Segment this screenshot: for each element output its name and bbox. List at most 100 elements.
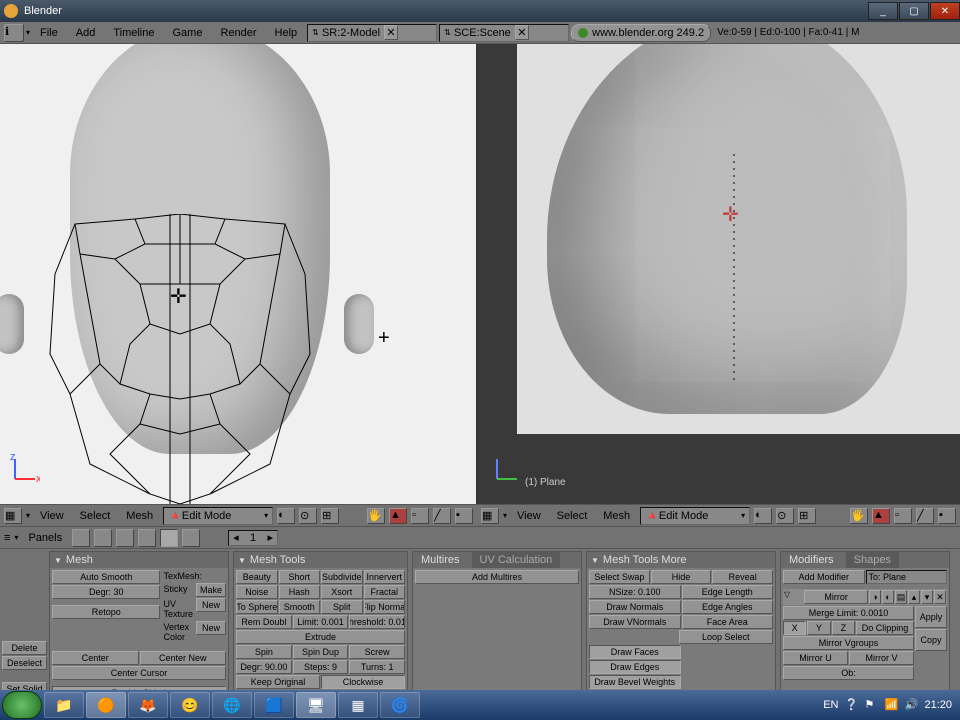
language-indicator[interactable]: EN (823, 699, 838, 711)
screw-button[interactable]: Screw (349, 645, 405, 659)
fractal-button[interactable]: Fractal (364, 585, 406, 599)
pivot-icon-r[interactable]: ⊙ (776, 508, 794, 524)
mirror-u-toggle[interactable]: Mirror U (783, 651, 848, 665)
sel-face-icon-r[interactable]: ▪ (938, 508, 956, 524)
select-swap-button[interactable]: Select Swap (589, 570, 650, 584)
subdivide-button[interactable]: Subdivide (321, 570, 363, 584)
menu-timeline[interactable]: Timeline (105, 25, 162, 41)
mirror-z-toggle[interactable]: Z (832, 621, 855, 635)
sel-edge-icon-r[interactable]: ╱ (916, 508, 934, 524)
panel-meshtools-header[interactable]: ▼Mesh Tools (234, 552, 407, 568)
modifier-copy-button[interactable]: Copy (915, 629, 947, 651)
taskbar-app5-icon[interactable]: 🟦 (254, 692, 294, 718)
window-type-icon[interactable]: ▦ (4, 508, 22, 524)
draw-bevel-toggle[interactable]: Draw Bevel Weights (589, 675, 681, 689)
degr-field[interactable]: Degr: 30 (52, 585, 160, 599)
panel-mesh-header[interactable]: ▼Mesh (50, 552, 228, 568)
window-maximize-button[interactable]: ▢ (899, 2, 929, 20)
keep-original-toggle[interactable]: Keep Original (236, 675, 320, 689)
start-button[interactable] (2, 691, 42, 719)
blender-link[interactable]: www.blender.org 249.2 (571, 24, 711, 42)
window-type-icon-r[interactable]: ▦ (481, 508, 499, 524)
taskbar-blender-icon[interactable]: 🟠 (86, 692, 126, 718)
tray-help-icon[interactable]: ❔ (844, 698, 858, 712)
context-script-icon[interactable] (94, 529, 112, 547)
frame-spinner[interactable]: ◂1▸ (228, 530, 278, 546)
sel-face-icon[interactable]: ▪ (455, 508, 473, 524)
mirror-v-toggle[interactable]: Mirror V (849, 651, 914, 665)
transform-icon[interactable]: ▲ (389, 508, 407, 524)
scene-selector[interactable]: ⇅ SCE:Scene ✕ (439, 24, 569, 42)
loop-select-button[interactable]: Loop Select (679, 630, 774, 644)
draw-normals-toggle[interactable]: Draw Normals (589, 600, 681, 614)
mirror-vgroups-toggle[interactable]: Mirror Vgroups (783, 636, 914, 650)
taskbar-app8-icon[interactable]: 🌀 (380, 692, 420, 718)
tray-flag-icon[interactable]: ⚑ (864, 698, 878, 712)
panel-meshtools-more-header[interactable]: ▼Mesh Tools More (587, 552, 775, 568)
shading-icon-r[interactable]: ◐ (754, 508, 772, 524)
spin-turns-field[interactable]: Turns: 1 (349, 660, 405, 674)
center-new-button[interactable]: Center New (140, 651, 227, 665)
vp-menu-mesh[interactable]: Mesh (120, 510, 159, 522)
new-uv-button[interactable]: New (196, 598, 226, 612)
threshold-field[interactable]: Threshold: 0.010 (349, 615, 405, 629)
info-window-type-icon[interactable]: ℹ (4, 24, 24, 42)
noise-button[interactable]: Noise (236, 585, 278, 599)
vp-menu-mesh-r[interactable]: Mesh (597, 510, 636, 522)
screen-delete-button[interactable]: ✕ (384, 25, 398, 40)
mode-selector-right[interactable]: 🔺 Edit Mode▾ (640, 507, 750, 525)
tray-volume-icon[interactable]: 🔊 (904, 698, 918, 712)
face-area-toggle[interactable]: Face Area (682, 615, 774, 629)
pivot-icon[interactable]: ⊙ (299, 508, 317, 524)
flipnorm-button[interactable]: Flip Normal (364, 600, 406, 614)
window-minimize-button[interactable]: _ (868, 2, 898, 20)
sel-vertex-icon-r[interactable]: ▫ (894, 508, 912, 524)
remdoubl-button[interactable]: Rem Doubl (236, 615, 292, 629)
add-modifier-button[interactable]: Add Modifier (783, 570, 865, 584)
modifier-name-field[interactable]: Mirror (804, 590, 868, 604)
tab-uvcalc[interactable]: UV Calculation (472, 552, 561, 568)
taskbar-app6-icon[interactable]: 🖥 (296, 692, 336, 718)
auto-smooth-toggle[interactable]: Auto Smooth (52, 570, 160, 584)
menu-game[interactable]: Game (165, 25, 211, 41)
hash-button[interactable]: Hash (279, 585, 321, 599)
vp-menu-view-r[interactable]: View (511, 510, 547, 522)
menu-file[interactable]: File (32, 25, 66, 41)
vp-menu-select[interactable]: Select (74, 510, 117, 522)
taskbar-emoticon-icon[interactable]: 😊 (170, 692, 210, 718)
mirror-ob-field[interactable]: Ob: (783, 666, 914, 680)
mod-edit-toggle[interactable]: ▤ (895, 590, 907, 604)
context-logic-icon[interactable] (72, 529, 90, 547)
smooth-button[interactable]: Smooth (279, 600, 321, 614)
context-scene-icon[interactable] (182, 529, 200, 547)
menu-render[interactable]: Render (212, 25, 264, 41)
mirror-x-toggle[interactable]: X (783, 621, 806, 635)
hide-button[interactable]: Hide (651, 570, 712, 584)
taskbar-app7-icon[interactable]: ▦ (338, 692, 378, 718)
transform-icon-r[interactable]: ▲ (872, 508, 890, 524)
scene-delete-button[interactable]: ✕ (515, 25, 529, 40)
menu-help[interactable]: Help (267, 25, 306, 41)
xsort-button[interactable]: Xsort (321, 585, 363, 599)
beauty-button[interactable]: Beauty (236, 570, 278, 584)
manipulator-icon[interactable]: 🖐 (367, 508, 385, 524)
sel-vertex-icon[interactable]: ▫ (411, 508, 429, 524)
window-close-button[interactable]: ✕ (930, 2, 960, 20)
viewport-left[interactable]: ✛ + z x (0, 44, 477, 504)
add-multires-button[interactable]: Add Multires (415, 570, 579, 584)
split-button[interactable]: Split (321, 600, 363, 614)
mod-render-toggle[interactable]: ◑ (869, 590, 881, 604)
taskbar-explorer-icon[interactable]: 📁 (44, 692, 84, 718)
snap-icon-r[interactable]: ⊞ (798, 508, 816, 524)
mirror-y-toggle[interactable]: Y (807, 621, 830, 635)
tab-modifiers[interactable]: Modifiers (781, 552, 842, 568)
edge-angles-toggle[interactable]: Edge Angles (682, 600, 774, 614)
mod-delete-button[interactable]: ✕ (934, 590, 946, 604)
viewport-right[interactable]: ✛ (1) Plane (477, 44, 960, 504)
context-object-icon[interactable] (138, 529, 156, 547)
mode-selector-left[interactable]: 🔺 Edit Mode▾ (163, 507, 273, 525)
deselect-button[interactable]: Deselect (2, 656, 47, 670)
spin-steps-field[interactable]: Steps: 9 (293, 660, 349, 674)
limit-field[interactable]: Limit: 0.001 (293, 615, 349, 629)
mod-view-toggle[interactable]: ◐ (882, 590, 894, 604)
